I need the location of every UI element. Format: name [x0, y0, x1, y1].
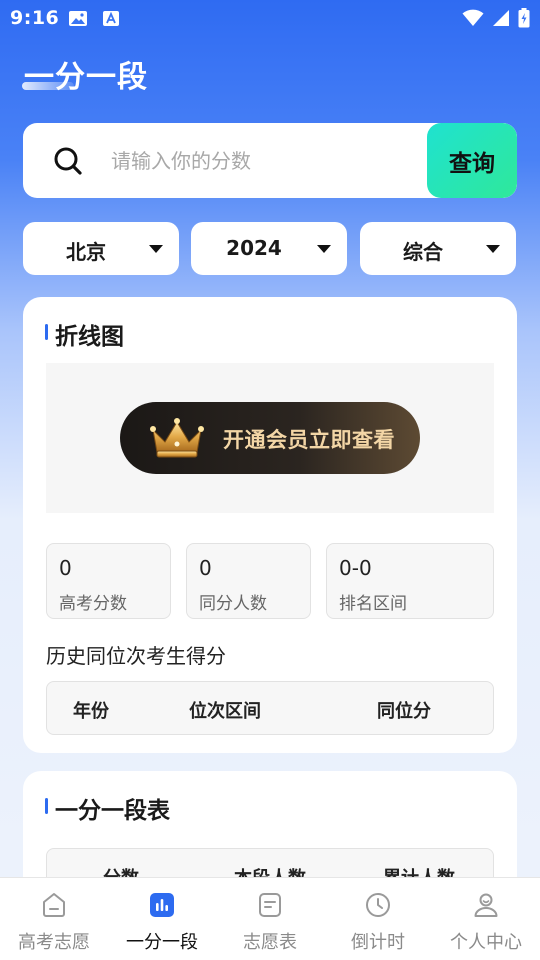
caret-down-icon	[317, 245, 331, 253]
column-header: 位次区间	[189, 701, 261, 722]
nav-label: 倒计时	[351, 932, 405, 953]
caret-down-icon	[149, 245, 163, 253]
vip-unlock-button[interactable]: 开通会员立即查看	[120, 402, 420, 474]
line-chart-title: 折线图	[55, 324, 124, 350]
query-button[interactable]: 查询	[427, 123, 517, 198]
title-accent-bar	[45, 798, 48, 814]
signal-icon	[493, 10, 509, 26]
nav-item-profile[interactable]: 个人中心	[432, 878, 540, 960]
app-store-icon	[103, 11, 119, 26]
nav-item-score-segment[interactable]: 一分一段	[108, 878, 216, 960]
bottom-nav: 高考志愿 一分一段 志愿表 倒计时 个人中心	[0, 877, 540, 960]
status-time: 9:16	[10, 7, 60, 29]
gallery-icon	[69, 11, 87, 26]
stat-value: 0	[199, 556, 212, 580]
stat-label: 排名区间	[339, 594, 407, 614]
nav-label: 一分一段	[126, 932, 198, 953]
search-icon	[54, 147, 82, 175]
stat-score: 0 高考分数	[46, 543, 171, 619]
nav-label: 志愿表	[243, 932, 297, 953]
stat-label: 同分人数	[199, 594, 267, 614]
battery-icon	[518, 8, 530, 28]
stat-label: 高考分数	[59, 594, 127, 614]
stat-value: 0	[59, 556, 72, 580]
vip-label: 开通会员立即查看	[223, 429, 395, 452]
stat-value: 0-0	[339, 556, 372, 580]
history-section-title: 历史同位次考生得分	[46, 644, 226, 668]
province-dropdown[interactable]: 北京	[23, 222, 179, 275]
status-indicators	[462, 8, 530, 28]
crown-icon	[150, 418, 204, 458]
search-bar: 查询	[23, 123, 517, 198]
stat-same-score-count: 0 同分人数	[186, 543, 311, 619]
subject-label: 综合	[403, 240, 443, 264]
bar-chart-icon	[150, 893, 174, 917]
home-icon	[43, 893, 65, 917]
stat-rank-range: 0-0 排名区间	[326, 543, 494, 619]
person-icon	[474, 893, 498, 917]
year-label: 2024	[226, 236, 282, 260]
nav-label: 个人中心	[450, 932, 522, 953]
line-chart-card: 折线图 开通会员立即查看 0 高考分数 0 同分人数 0-0 排名区间 历史同位…	[23, 297, 517, 753]
nav-item-volunteer-form[interactable]: 志愿表	[216, 878, 324, 960]
nav-item-gaokao-volunteer[interactable]: 高考志愿	[0, 878, 108, 960]
caret-down-icon	[486, 245, 500, 253]
subject-dropdown[interactable]: 综合	[360, 222, 516, 275]
nav-label: 高考志愿	[18, 932, 90, 953]
history-table-header: 年份 位次区间 同位分	[46, 681, 494, 735]
title-accent-bar	[45, 324, 48, 340]
column-header: 年份	[73, 701, 109, 722]
document-icon	[259, 893, 281, 917]
nav-item-countdown[interactable]: 倒计时	[324, 878, 432, 960]
wifi-icon	[462, 9, 484, 26]
segment-table-title: 一分一段表	[55, 798, 170, 824]
year-dropdown[interactable]: 2024	[191, 222, 347, 275]
page-title: 一分一段	[24, 60, 148, 95]
status-bar: 9:16	[0, 0, 540, 36]
score-input[interactable]	[111, 141, 411, 181]
clock-icon	[366, 893, 390, 917]
province-label: 北京	[66, 240, 106, 264]
column-header: 同位分	[377, 701, 431, 722]
chart-placeholder: 开通会员立即查看	[46, 363, 494, 513]
